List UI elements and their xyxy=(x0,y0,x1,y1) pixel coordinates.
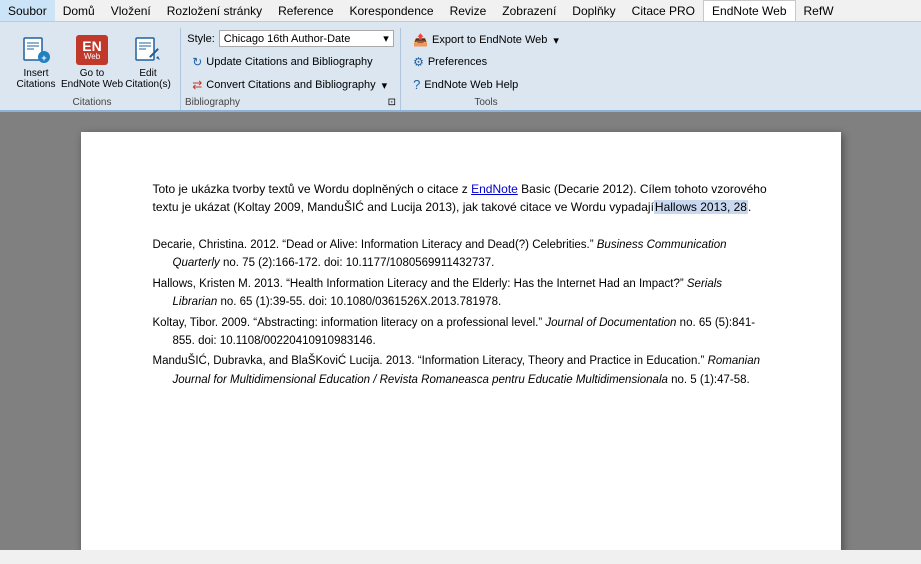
preferences-label: Preferences xyxy=(428,56,487,68)
bib-rest: no. 75 (2):166-172. doi: 10.1177/1080569… xyxy=(223,257,494,269)
menu-citace-pro[interactable]: Citace PRO xyxy=(624,0,703,21)
help-label: EndNote Web Help xyxy=(424,79,518,91)
menu-endnote-web[interactable]: EndNote Web xyxy=(703,0,796,21)
endnote-link[interactable]: EndNote xyxy=(471,182,518,196)
bib-title: “Abstracting: information literacy on a … xyxy=(253,317,545,329)
bib-entry-decarie: Decarie, Christina. 2012. “Dead or Alive… xyxy=(153,236,769,273)
menu-rozlozeni[interactable]: Rozložení stránky xyxy=(159,0,270,21)
bib-entry-hallows: Hallows, Kristen M. 2013. “Health Inform… xyxy=(153,275,769,312)
edit-citation-label: Edit Citation(s) xyxy=(125,68,171,90)
highlighted-citation: Hallows 2013, 28 xyxy=(654,200,748,214)
export-arrow: ▾ xyxy=(553,34,559,47)
bib-author: ManduŠIĆ, Dubravka, and BlaŠKoviĆ Lucija… xyxy=(153,355,418,367)
ribbon-content: + Insert Citations EN Web Go to EndNote … xyxy=(0,22,921,110)
export-endnote-web-button[interactable]: 📤 Export to EndNote Web ▾ xyxy=(408,30,564,50)
menu-domu[interactable]: Domů xyxy=(55,0,103,21)
bib-journal: Journal of Documentation xyxy=(545,317,676,329)
menu-vlozeni[interactable]: Vložení xyxy=(103,0,159,21)
bib-author: Koltay, Tibor. 2009. xyxy=(153,317,254,329)
bib-rest: no. 5 (1):47-58. xyxy=(671,374,750,386)
endnote-web-help-button[interactable]: ? EndNote Web Help xyxy=(408,74,564,95)
menu-doplnky[interactable]: Doplňky xyxy=(564,0,623,21)
ribbon: + Insert Citations EN Web Go to EndNote … xyxy=(0,22,921,112)
ribbon-group-tools: 📤 Export to EndNote Web ▾ ⚙ Preferences … xyxy=(401,28,571,110)
bibliography-group-label: Bibliography xyxy=(185,97,240,108)
export-icon: 📤 xyxy=(413,33,428,47)
insert-citations-button[interactable]: + Insert Citations xyxy=(10,30,62,94)
svg-text:+: + xyxy=(41,53,46,63)
bib-author: Hallows, Kristen M. 2013. xyxy=(153,278,287,290)
preferences-icon: ⚙ xyxy=(413,55,424,69)
export-label: Export to EndNote Web xyxy=(432,34,547,46)
convert-citations-label: Convert Citations and Bibliography xyxy=(206,79,375,91)
bib-author: Decarie, Christina. 2012. xyxy=(153,239,283,251)
update-citations-button[interactable]: ↻ Update Citations and Bibliography xyxy=(187,52,394,72)
update-icon: ↻ xyxy=(192,55,202,69)
tools-group-label: Tools xyxy=(401,97,571,108)
body-paragraph: Toto je ukázka tvorby textů ve Wordu dop… xyxy=(153,180,769,216)
body-text-end: . xyxy=(748,200,751,214)
ribbon-group-citations: + Insert Citations EN Web Go to EndNote … xyxy=(4,28,181,110)
dropdown-arrow: ▾ xyxy=(383,32,389,45)
menu-refw[interactable]: RefW xyxy=(796,0,842,21)
menu-zobrazeni[interactable]: Zobrazení xyxy=(494,0,564,21)
convert-arrow: ▾ xyxy=(382,79,388,92)
bib-entry-koltay: Koltay, Tibor. 2009. “Abstracting: infor… xyxy=(153,314,769,351)
style-row: Style: Chicago 16th Author-Date ▾ xyxy=(187,30,394,47)
help-icon: ? xyxy=(413,77,420,92)
menu-korespondence[interactable]: Korespondence xyxy=(342,0,442,21)
go-to-endnote-web-button[interactable]: EN Web Go to EndNote Web xyxy=(66,30,118,94)
insert-citations-icon: + xyxy=(20,34,52,66)
edit-citation-button[interactable]: Edit Citation(s) xyxy=(122,30,174,94)
menu-bar: Soubor Domů Vložení Rozložení stránky Re… xyxy=(0,0,921,22)
preferences-button[interactable]: ⚙ Preferences xyxy=(408,52,564,72)
bib-title: “Information Literacy, Theory and Practi… xyxy=(418,355,708,367)
convert-icon: ⇄ xyxy=(192,78,202,92)
edit-citation-icon xyxy=(132,34,164,66)
style-dropdown[interactable]: Chicago 16th Author-Date ▾ xyxy=(219,30,394,47)
menu-reference[interactable]: Reference xyxy=(270,0,341,21)
document-page: Toto je ukázka tvorby textů ve Wordu dop… xyxy=(81,132,841,550)
go-to-endnote-web-label: Go to EndNote Web xyxy=(61,68,123,90)
style-label: Style: xyxy=(187,33,215,45)
bibliography-expand-icon[interactable]: ⊡ xyxy=(388,97,396,108)
convert-citations-button[interactable]: ⇄ Convert Citations and Bibliography ▾ xyxy=(187,75,394,95)
menu-revize[interactable]: Revize xyxy=(442,0,495,21)
bib-rest: no. 65 (1):39-55. doi: 10.1080/0361526X.… xyxy=(220,296,501,308)
insert-citations-label: Insert Citations xyxy=(17,68,56,90)
document-area: Toto je ukázka tvorby textů ve Wordu dop… xyxy=(0,112,921,550)
bib-entry-mandusic: ManduŠIĆ, Dubravka, and BlaŠKoviĆ Lucija… xyxy=(153,352,769,389)
bib-title: “Health Information Literacy and the Eld… xyxy=(286,278,687,290)
citations-group-label: Citations xyxy=(4,97,180,108)
bib-title: “Dead or Alive: Information Literacy and… xyxy=(282,239,596,251)
menu-soubor[interactable]: Soubor xyxy=(0,0,55,21)
ribbon-group-bibliography: Style: Chicago 16th Author-Date ▾ ↻ Upda… xyxy=(181,28,401,110)
bibliography-section: Decarie, Christina. 2012. “Dead or Alive… xyxy=(153,236,769,389)
update-citations-label: Update Citations and Bibliography xyxy=(206,56,372,68)
endnote-web-icon: EN Web xyxy=(76,34,108,66)
style-value: Chicago 16th Author-Date xyxy=(224,33,351,45)
